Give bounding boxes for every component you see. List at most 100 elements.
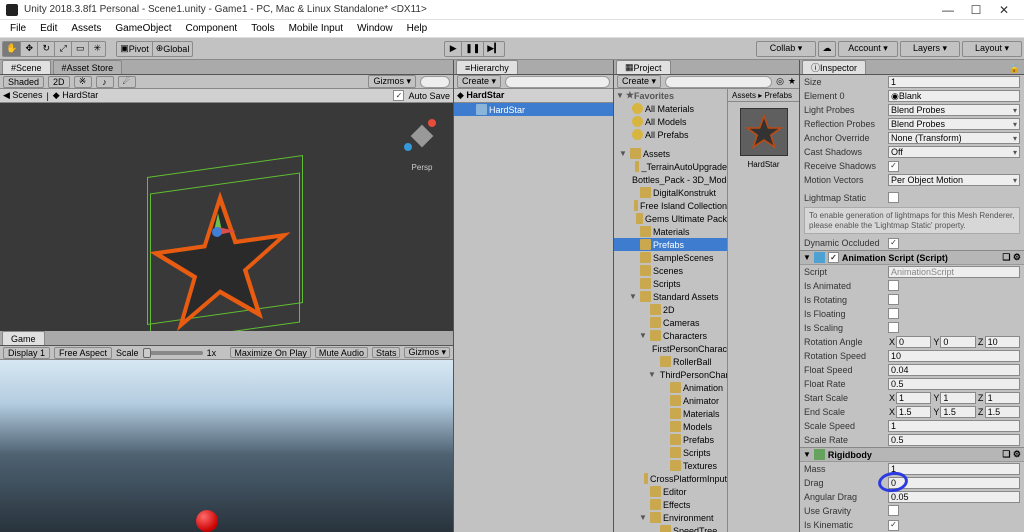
inspector-lock-icon[interactable]: 🔒 [1005,63,1024,74]
menu-component[interactable]: Component [180,20,244,37]
project-item-animation[interactable]: Animation [614,381,727,394]
startscale-x-field[interactable]: 1 [896,392,931,404]
project-item-speedtree[interactable]: SpeedTree [614,524,727,532]
favorite-all-models[interactable]: All Models [614,115,727,128]
menu-assets[interactable]: Assets [65,20,107,37]
hierarchy-item-hardstar[interactable]: HardStar [454,103,613,116]
project-item-animator[interactable]: Animator [614,394,727,407]
project-item-firstpersoncharacte[interactable]: FirstPersonCharacte [614,342,727,355]
project-item-environment[interactable]: ▼Environment [614,511,727,524]
project-item-scripts[interactable]: Scripts [614,277,727,290]
component-menu-icon[interactable]: ❏ ⚙ [1002,252,1021,263]
project-item-gems-ultimate-pack[interactable]: Gems Ultimate Pack [614,212,727,225]
move-tool-button[interactable]: ✥ [20,41,38,57]
project-item-editor[interactable]: Editor [614,485,727,498]
project-item-2d[interactable]: 2D [614,303,727,316]
step-button[interactable]: ▶▎ [483,41,505,57]
pivot-toggle[interactable]: ▣ Pivot [116,41,153,57]
project-item-characters[interactable]: ▼Characters [614,329,727,342]
rect-tool-button[interactable]: ▭ [71,41,89,57]
favorite-filter-icon[interactable]: ★ [788,76,796,87]
menu-edit[interactable]: Edit [34,20,63,37]
scalerate-field[interactable]: 0.5 [888,434,1020,446]
drag-field[interactable]: 0 [888,477,1020,489]
project-item-prefabs[interactable]: Prefabs [614,238,727,251]
rigidbody-header[interactable]: ▼Rigidbody❏ ⚙ [800,447,1024,462]
dynocc-checkbox[interactable] [888,238,899,249]
isfloating-checkbox[interactable] [888,308,899,319]
element0-field[interactable]: ◉ Blank [888,90,1020,102]
project-item--terrainautoupgrade[interactable]: _TerrainAutoUpgrade [614,160,727,173]
account-dropdown[interactable]: Account ▾ [838,41,898,57]
scene-shading-dropdown[interactable]: Shaded [3,76,44,88]
project-item-rollerball[interactable]: RollerBall [614,355,727,368]
hand-tool-button[interactable]: ✋ [2,41,21,57]
rotate-tool-button[interactable]: ↻ [37,41,55,57]
scene-star-object[interactable] [150,181,290,331]
rotangle-x-field[interactable]: 0 [896,336,931,348]
project-item-prefabs[interactable]: Prefabs [614,433,727,446]
scale-tool-button[interactable]: ⤢ [54,41,72,57]
lmstatic-checkbox[interactable] [888,192,899,203]
endscale-x-field[interactable]: 1.5 [896,406,931,418]
castshadow-dropdown[interactable]: Off [888,146,1020,158]
project-item-effects[interactable]: Effects [614,498,727,511]
project-item-samplescenes[interactable]: SampleScenes [614,251,727,264]
cloud-button[interactable]: ☁ [818,41,836,57]
component-menu-icon[interactable]: ❏ ⚙ [1002,449,1021,460]
project-item-thirdpersoncharact[interactable]: ▼ThirdPersonCharact [614,368,727,381]
isrotating-checkbox[interactable] [888,294,899,305]
menu-file[interactable]: File [4,20,32,37]
lightprobes-dropdown[interactable]: Blend Probes [888,104,1020,116]
scene-2d-toggle[interactable]: 2D [48,76,70,88]
scene-orientation-gizmo[interactable]: Persp [399,113,445,159]
auto-save-checkbox[interactable] [393,90,404,101]
mass-field[interactable]: 1 [888,463,1020,475]
usegravity-checkbox[interactable] [888,505,899,516]
project-item-models[interactable]: Models [614,420,727,433]
play-button[interactable]: ▶ [444,41,462,57]
prefab-breadcrumb-root[interactable]: ◀ Scenes [3,90,42,101]
project-item-digitalkonstrukt[interactable]: DigitalKonstrukt [614,186,727,199]
project-item-assets[interactable]: ▼Assets [614,147,727,160]
project-item-materials[interactable]: Materials [614,225,727,238]
project-asset-thumbnail[interactable] [740,108,788,156]
rotspd-field[interactable]: 10 [888,350,1020,362]
tab-hierarchy[interactable]: ≡ Hierarchy [456,60,518,74]
scene-gizmos-dropdown[interactable]: Gizmos ▾ [368,75,416,88]
favorite-all-prefabs[interactable]: All Prefabs [614,128,727,141]
endscale-y-field[interactable]: 1.5 [940,406,975,418]
floatrate-field[interactable]: 0.5 [888,378,1020,390]
scene-lighting-toggle[interactable]: ※ [74,76,92,88]
floatspd-field[interactable]: 0.04 [888,364,1020,376]
isanimated-checkbox[interactable] [888,280,899,291]
game-scale-slider[interactable] [143,351,203,355]
startscale-z-field[interactable]: 1 [985,392,1020,404]
hierarchy-breadcrumb[interactable]: ◆ HardStar [457,90,504,101]
stats-toggle[interactable]: Stats [372,347,401,358]
favorites-header[interactable]: ▼★ Favorites [614,89,727,102]
minimize-button[interactable]: — [934,0,962,20]
project-item-cameras[interactable]: Cameras [614,316,727,329]
close-button[interactable]: ✕ [990,0,1018,20]
project-item-free-island-collection[interactable]: Free Island Collection [614,199,727,212]
rotangle-z-field[interactable]: 10 [985,336,1020,348]
scalespd-field[interactable]: 1 [888,420,1020,432]
project-search-input[interactable] [665,76,772,88]
scene-fx-toggle[interactable]: ☄ [118,76,136,88]
menu-help[interactable]: Help [401,20,434,37]
menu-mobile-input[interactable]: Mobile Input [283,20,349,37]
menu-tools[interactable]: Tools [245,20,280,37]
game-aspect-dropdown[interactable]: Free Aspect [54,347,112,359]
project-item-materials[interactable]: Materials [614,407,727,420]
project-create-dropdown[interactable]: Create ▾ [617,75,661,88]
maximize-on-play-toggle[interactable]: Maximize On Play [230,347,311,358]
hierarchy-create-dropdown[interactable]: Create ▾ [457,75,501,88]
project-item-bottles-pack-3d-model[interactable]: Bottles_Pack - 3D_Model [614,173,727,186]
tab-asset-store[interactable]: # Asset Store [53,60,123,74]
mute-audio-toggle[interactable]: Mute Audio [315,347,368,358]
rotangle-y-field[interactable]: 0 [940,336,975,348]
transform-tool-button[interactable]: ✳ [88,41,106,57]
startscale-y-field[interactable]: 1 [940,392,975,404]
game-gizmos-dropdown[interactable]: Gizmos ▾ [404,347,450,358]
